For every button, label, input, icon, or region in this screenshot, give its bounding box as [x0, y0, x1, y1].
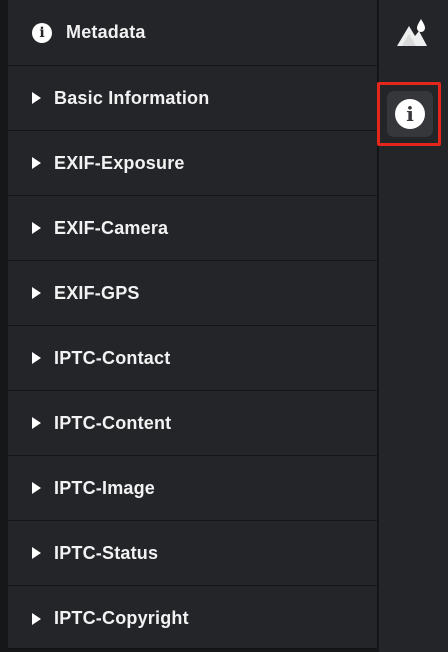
info-panel-button[interactable]: i	[387, 91, 433, 137]
right-tool-rail: i	[379, 0, 448, 652]
section-label: IPTC-Image	[54, 477, 156, 498]
section-iptc-content[interactable]: IPTC-Content	[8, 391, 377, 456]
section-iptc-status[interactable]: IPTC-Status	[8, 521, 377, 586]
chevron-right-icon	[32, 547, 41, 559]
chevron-right-icon	[32, 222, 41, 234]
chevron-right-icon	[32, 352, 41, 364]
chevron-right-icon	[32, 92, 41, 104]
section-basic-information[interactable]: Basic Information	[8, 66, 377, 131]
info-icon: i	[395, 99, 425, 129]
chevron-right-icon	[32, 482, 41, 494]
mountain-drop-icon	[397, 19, 427, 46]
section-iptc-image[interactable]: IPTC-Image	[8, 456, 377, 521]
section-exif-exposure[interactable]: EXIF-Exposure	[8, 131, 377, 196]
section-label: Basic Information	[54, 87, 210, 108]
chevron-right-icon	[32, 157, 41, 169]
section-label: EXIF-Camera	[54, 217, 169, 238]
section-label: IPTC-Contact	[54, 347, 171, 368]
section-exif-camera[interactable]: EXIF-Camera	[8, 196, 377, 261]
image-adjust-icon[interactable]	[395, 16, 429, 50]
section-label: EXIF-Exposure	[54, 152, 185, 173]
chevron-right-icon	[32, 417, 41, 429]
section-iptc-copyright[interactable]: IPTC-Copyright	[8, 586, 377, 651]
panel-title: Metadata	[66, 22, 146, 42]
section-label: IPTC-Status	[54, 542, 159, 563]
metadata-panel: i Metadata Basic Information EXIF-Exposu…	[8, 0, 378, 649]
section-label: IPTC-Content	[54, 412, 172, 433]
section-label: IPTC-Copyright	[54, 608, 189, 628]
section-exif-gps[interactable]: EXIF-GPS	[8, 261, 377, 326]
chevron-right-icon	[32, 612, 41, 625]
chevron-right-icon	[32, 287, 41, 299]
app-frame: i Metadata Basic Information EXIF-Exposu…	[0, 0, 448, 652]
section-iptc-contact[interactable]: IPTC-Contact	[8, 326, 377, 391]
info-icon: i	[32, 22, 52, 43]
metadata-header[interactable]: i Metadata	[8, 0, 377, 66]
section-label: EXIF-GPS	[54, 282, 140, 303]
